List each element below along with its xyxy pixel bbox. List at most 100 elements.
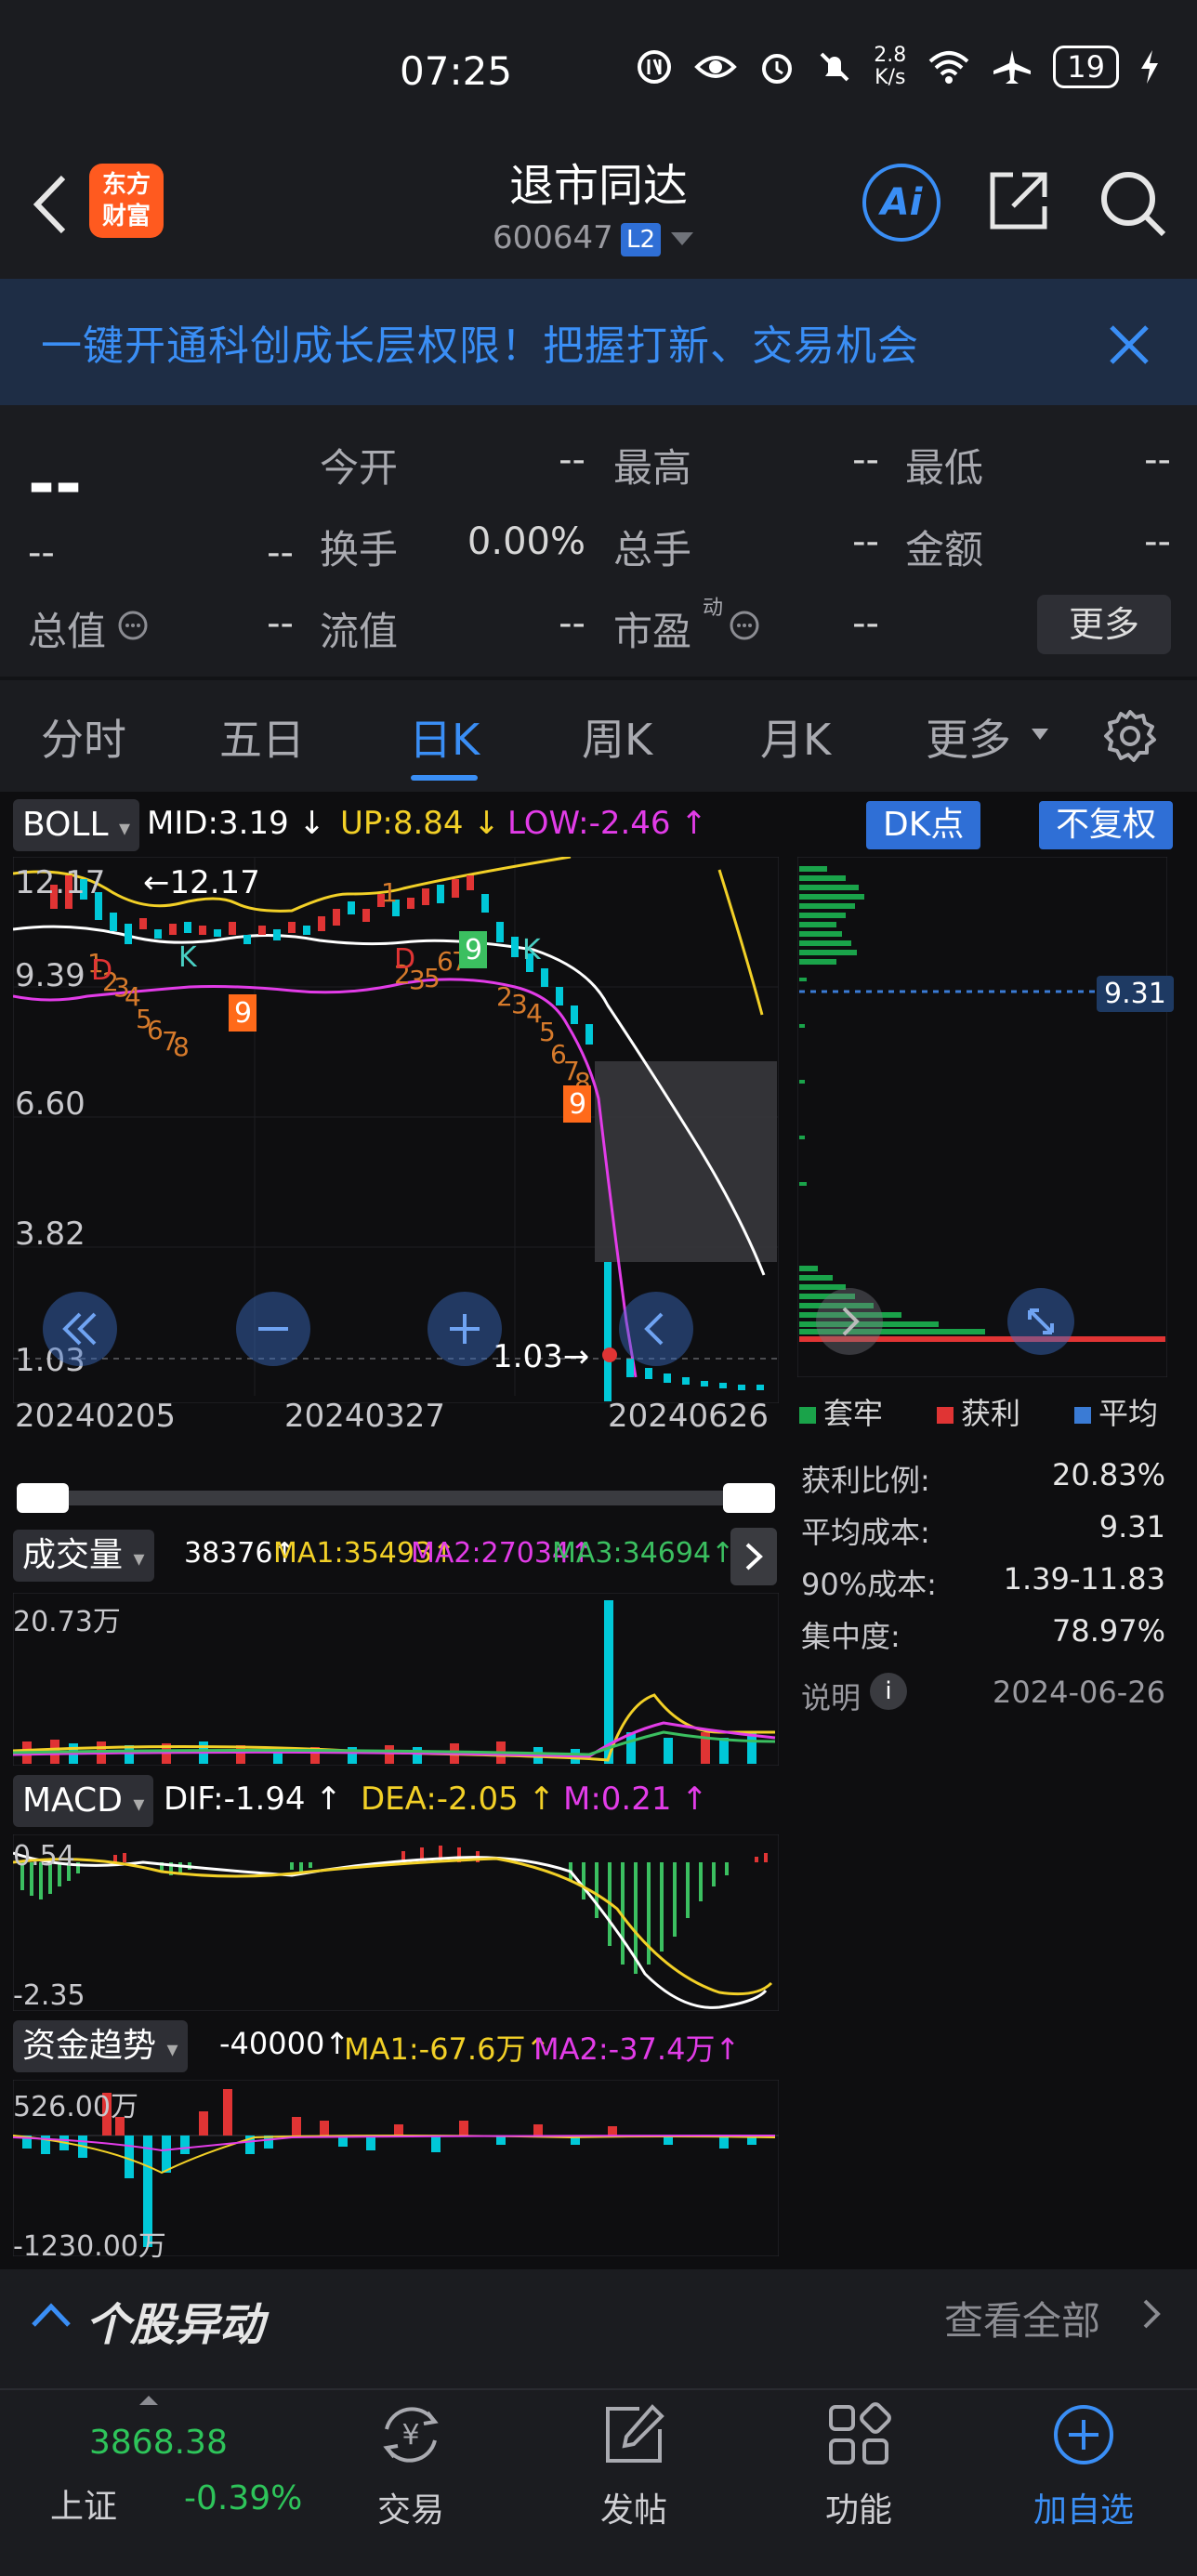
index-change[interactable]: -0.39% <box>184 2479 302 2517</box>
profit-ratio-value: 20.83% <box>1051 1457 1165 1492</box>
nav-post[interactable]: 发帖 <box>550 2483 717 2531</box>
net-speed: 2.8 K/s <box>874 44 907 89</box>
promo-banner-text[interactable]: 一键开通科创成长层权限！把握打新、交易机会 <box>41 312 919 372</box>
trade-icon[interactable]: ¥ <box>374 2398 448 2472</box>
dk-point-button[interactable]: DK点 <box>866 801 981 849</box>
stock-movement-title: 个股异动 <box>86 2299 265 2351</box>
svg-text:1: 1 <box>381 877 398 908</box>
low-label: 最低 <box>905 445 984 491</box>
level2-badge[interactable]: L2 <box>621 223 662 256</box>
volume-axis-top: 20.73万 <box>13 1606 121 1638</box>
double-chevron-left-icon <box>62 1312 97 1346</box>
macd-axis-top: 0.54 <box>13 1840 75 1873</box>
fund-value: -40000↑ <box>219 2026 350 2061</box>
avg-cost-value: 9.31 <box>1098 1509 1165 1544</box>
search-icon[interactable] <box>1097 167 1167 238</box>
expand-index-icon[interactable] <box>139 2396 158 2405</box>
view-all-link[interactable]: 查看全部 <box>944 2290 1100 2346</box>
macd-dif: DIF:-1.94 ↑ <box>164 1781 342 1818</box>
nav-functions[interactable]: 功能 <box>775 2483 942 2531</box>
share-icon[interactable] <box>985 167 1052 234</box>
tab-intraday[interactable]: 分时 <box>41 706 126 768</box>
volume-ma3: MA3:34694↑ <box>552 1537 735 1570</box>
tab-weekly-k[interactable]: 周K <box>582 706 652 768</box>
more-quote-button[interactable]: 更多 <box>1037 595 1171 654</box>
close-icon[interactable] <box>1106 322 1152 368</box>
legend-trapped: 套牢 <box>799 1390 883 1433</box>
market-cap-value: -- <box>267 602 294 645</box>
macd-axis-bottom: -2.35 <box>13 1979 86 2012</box>
macd-dea: DEA:-2.05 ↑ <box>361 1781 556 1818</box>
tab-daily-k[interactable]: 日K <box>409 706 480 768</box>
info-icon[interactable]: i <box>870 1673 907 1710</box>
nfc-icon <box>638 50 672 84</box>
svg-text:¥: ¥ <box>401 2419 419 2451</box>
turnover-label: 换手 <box>320 527 399 572</box>
fund-axis-top: 526.00万 <box>13 2091 138 2123</box>
float-cap-label: 流值 <box>320 609 399 654</box>
price-axis-label: 6.60 <box>15 1085 86 1123</box>
previous-button[interactable] <box>619 1292 693 1366</box>
index-name[interactable]: 上证 <box>50 2479 117 2528</box>
zoom-in-button[interactable] <box>428 1292 502 1366</box>
chevron-up-icon[interactable] <box>28 2295 74 2333</box>
pe-value: -- <box>852 602 879 645</box>
stock-switch-dropdown-icon[interactable] <box>671 232 693 245</box>
status-time: 07:25 <box>400 48 513 94</box>
next-indicator-button[interactable] <box>730 1528 777 1585</box>
grid-icon[interactable] <box>822 2398 896 2472</box>
tab-five-day[interactable]: 五日 <box>219 706 305 768</box>
svg-text:K: K <box>522 934 542 966</box>
date-axis-label: 20240327 <box>284 1398 446 1435</box>
zoom-out-button[interactable] <box>236 1292 310 1366</box>
adjust-mode-button[interactable]: 不复权 <box>1039 801 1174 849</box>
plus-icon <box>450 1314 480 1344</box>
pe-info-icon[interactable] <box>729 610 760 641</box>
range-scrollbar-track[interactable] <box>19 1491 771 1505</box>
price-change-pct: -- <box>267 532 294 574</box>
svg-text:D: D <box>91 954 112 987</box>
info-icon[interactable] <box>117 610 149 641</box>
svg-text:D: D <box>394 943 415 976</box>
boll-low: LOW:-2.46 ↑ <box>507 805 707 842</box>
ai-assistant-button[interactable]: Ai <box>862 164 940 242</box>
tab-more[interactable]: 更多 <box>926 706 1011 768</box>
post-icon[interactable] <box>597 2398 671 2472</box>
fund-ma1: MA1:-67.6万↑ <box>344 2031 551 2067</box>
boll-up: UP:8.84 ↓ <box>340 805 500 842</box>
boll-mid: MID:3.19 ↓ <box>147 805 325 842</box>
chevron-right-icon[interactable] <box>1138 2295 1165 2333</box>
indicator-selector-macd[interactable]: MACD ▾ <box>13 1775 154 1827</box>
tab-monthly-k[interactable]: 月K <box>760 706 831 768</box>
amount-label: 金额 <box>905 527 984 572</box>
fund-axis-bottom: -1230.00万 <box>13 2230 166 2263</box>
range-handle-right[interactable] <box>723 1483 775 1513</box>
open-label: 今开 <box>320 445 399 491</box>
gear-icon[interactable] <box>1102 708 1158 764</box>
explanation-label[interactable]: 说明 <box>801 1675 861 1717</box>
nav-trade[interactable]: 交易 <box>327 2483 494 2531</box>
amount-value: -- <box>1144 520 1171 563</box>
svg-text:K: K <box>178 941 198 974</box>
fund-ma2: MA2:-37.4万↑ <box>533 2031 741 2067</box>
volume-value: -- <box>852 520 879 563</box>
status-icons: 2.8 K/s 19 <box>636 45 1160 89</box>
index-value[interactable]: 3868.38 <box>89 2424 228 2462</box>
range-handle-left[interactable] <box>17 1483 69 1513</box>
indicator-selector-volume[interactable]: 成交量 ▾ <box>13 1530 154 1582</box>
back-icon[interactable] <box>22 163 78 246</box>
chevron-down-icon <box>1032 729 1048 740</box>
cost-90-label: 90%成本: <box>801 1567 937 1602</box>
legend-average: 平均 <box>1074 1390 1158 1433</box>
nav-add-watchlist[interactable]: 加自选 <box>1000 2483 1167 2531</box>
float-cap-value: -- <box>559 602 585 645</box>
scroll-left-button[interactable] <box>43 1292 117 1366</box>
chevron-left-icon <box>644 1312 664 1346</box>
svg-text:9: 9 <box>234 997 252 1030</box>
profit-ratio-label: 获利比例: <box>801 1463 930 1498</box>
indicator-selector-fund[interactable]: 资金趋势 ▾ <box>13 2020 188 2072</box>
indicator-selector-boll[interactable]: BOLL ▾ <box>13 799 140 851</box>
open-value: -- <box>559 439 585 481</box>
add-watchlist-icon[interactable] <box>1046 2398 1121 2472</box>
wifi-icon <box>928 51 969 84</box>
